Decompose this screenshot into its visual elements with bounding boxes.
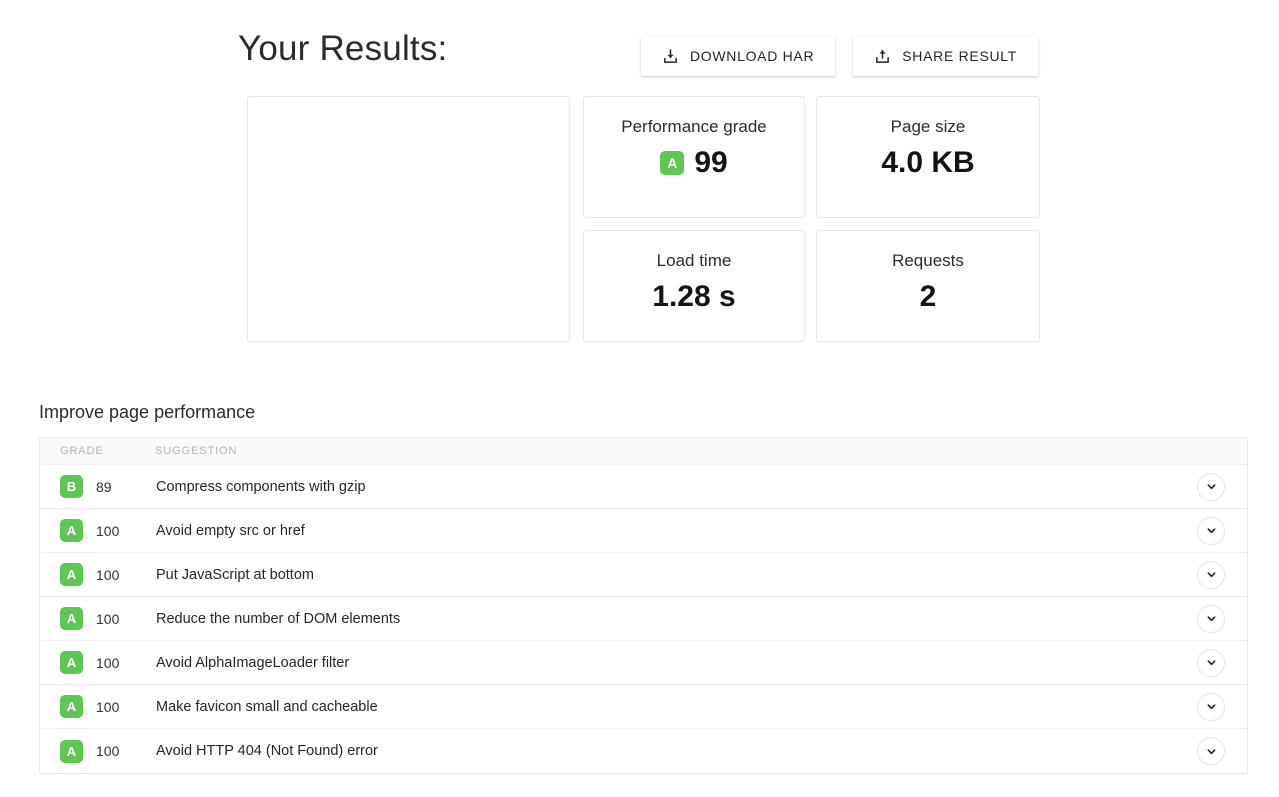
column-header-grade: GRADE	[40, 445, 155, 457]
table-row-4[interactable]: A 100 Avoid AlphaImageLoader filter	[40, 641, 1247, 685]
share-result-label: SHARE RESULT	[902, 48, 1017, 64]
chevron-down-icon	[1206, 525, 1217, 536]
row-grade-cell: A 100	[40, 519, 155, 542]
grade-badge: A	[60, 563, 83, 586]
row-grade-cell: A 100	[40, 740, 155, 763]
grade-badge: A	[60, 695, 83, 718]
row-grade-score: 100	[96, 743, 119, 759]
page-size-card: Page size 4.0 KB	[816, 96, 1040, 218]
row-expand-button[interactable]	[1197, 737, 1225, 765]
chevron-down-icon	[1206, 569, 1217, 580]
requests-card: Requests 2	[816, 230, 1040, 342]
download-har-button[interactable]: DOWNLOAD HAR	[641, 36, 835, 76]
chevron-down-icon	[1206, 657, 1217, 668]
row-toggle-cell	[1175, 737, 1247, 765]
row-grade-score: 100	[96, 655, 119, 671]
page-size-label: Page size	[817, 116, 1039, 138]
row-grade-score: 89	[96, 479, 112, 495]
row-grade-score: 100	[96, 699, 119, 715]
download-icon	[662, 48, 679, 65]
performance-grade-value-group: A 99	[584, 145, 804, 181]
grade-badge: A	[60, 651, 83, 674]
table-row-0[interactable]: B 89 Compress components with gzip	[40, 465, 1247, 509]
performance-grade-card: Performance grade A 99	[583, 96, 805, 218]
table-row-3[interactable]: A 100 Reduce the number of DOM elements	[40, 597, 1247, 641]
load-time-card: Load time 1.28 s	[583, 230, 805, 342]
share-result-button[interactable]: SHARE RESULT	[853, 36, 1038, 76]
table-row-2[interactable]: A 100 Put JavaScript at bottom	[40, 553, 1247, 597]
column-header-suggestion: SUGGESTION	[155, 445, 1247, 457]
row-suggestion-text: Put JavaScript at bottom	[155, 567, 1175, 583]
row-toggle-cell	[1175, 517, 1247, 545]
share-upload-icon	[874, 48, 891, 65]
row-expand-button[interactable]	[1197, 605, 1225, 633]
suggestions-table-header: GRADE SUGGESTION	[40, 438, 1247, 465]
row-toggle-cell	[1175, 693, 1247, 721]
row-grade-cell: A 100	[40, 607, 155, 630]
suggestions-rows: B 89 Compress components with gzip A 100…	[40, 465, 1247, 773]
results-page: Your Results: DOWNLOAD HAR	[0, 0, 1279, 797]
header-actions: DOWNLOAD HAR SHARE RESULT	[641, 36, 1038, 76]
row-grade-cell: B 89	[40, 475, 155, 498]
suggestions-table: GRADE SUGGESTION B 89 Compress component…	[39, 437, 1248, 774]
load-time-label: Load time	[584, 250, 804, 272]
page-size-value: 4.0 KB	[817, 145, 1039, 181]
grade-badge: A	[60, 607, 83, 630]
requests-label: Requests	[817, 250, 1039, 272]
row-expand-button[interactable]	[1197, 473, 1225, 501]
row-grade-score: 100	[96, 567, 119, 583]
row-expand-button[interactable]	[1197, 517, 1225, 545]
row-grade-score: 100	[96, 523, 119, 539]
row-toggle-cell	[1175, 561, 1247, 589]
chevron-down-icon	[1206, 701, 1217, 712]
load-time-value: 1.28 s	[584, 279, 804, 315]
performance-chart-card	[247, 96, 570, 342]
requests-value: 2	[817, 279, 1039, 315]
row-toggle-cell	[1175, 473, 1247, 501]
chevron-down-icon	[1206, 613, 1217, 624]
row-grade-score: 100	[96, 611, 119, 627]
row-expand-button[interactable]	[1197, 649, 1225, 677]
row-expand-button[interactable]	[1197, 693, 1225, 721]
grade-badge: A	[60, 740, 83, 763]
row-grade-cell: A 100	[40, 563, 155, 586]
row-grade-cell: A 100	[40, 651, 155, 674]
row-suggestion-text: Make favicon small and cacheable	[155, 699, 1175, 715]
performance-grade-score: 99	[694, 145, 727, 181]
download-har-label: DOWNLOAD HAR	[690, 48, 814, 64]
improve-section-title: Improve page performance	[39, 400, 255, 424]
row-expand-button[interactable]	[1197, 561, 1225, 589]
row-suggestion-text: Avoid HTTP 404 (Not Found) error	[155, 743, 1175, 759]
row-suggestion-text: Compress components with gzip	[155, 479, 1175, 495]
table-row-6[interactable]: A 100 Avoid HTTP 404 (Not Found) error	[40, 729, 1247, 773]
grade-badge: A	[660, 151, 684, 175]
row-toggle-cell	[1175, 605, 1247, 633]
chevron-down-icon	[1206, 746, 1217, 757]
row-grade-cell: A 100	[40, 695, 155, 718]
row-suggestion-text: Reduce the number of DOM elements	[155, 611, 1175, 627]
chevron-down-icon	[1206, 481, 1217, 492]
grade-badge: B	[60, 475, 83, 498]
grade-badge: A	[60, 519, 83, 542]
performance-grade-label: Performance grade	[584, 116, 804, 138]
table-row-5[interactable]: A 100 Make favicon small and cacheable	[40, 685, 1247, 729]
row-toggle-cell	[1175, 649, 1247, 677]
table-row-1[interactable]: A 100 Avoid empty src or href	[40, 509, 1247, 553]
row-suggestion-text: Avoid empty src or href	[155, 523, 1175, 539]
results-header: Your Results: DOWNLOAD HAR	[238, 26, 1038, 84]
page-title: Your Results:	[238, 26, 447, 72]
row-suggestion-text: Avoid AlphaImageLoader filter	[155, 655, 1175, 671]
